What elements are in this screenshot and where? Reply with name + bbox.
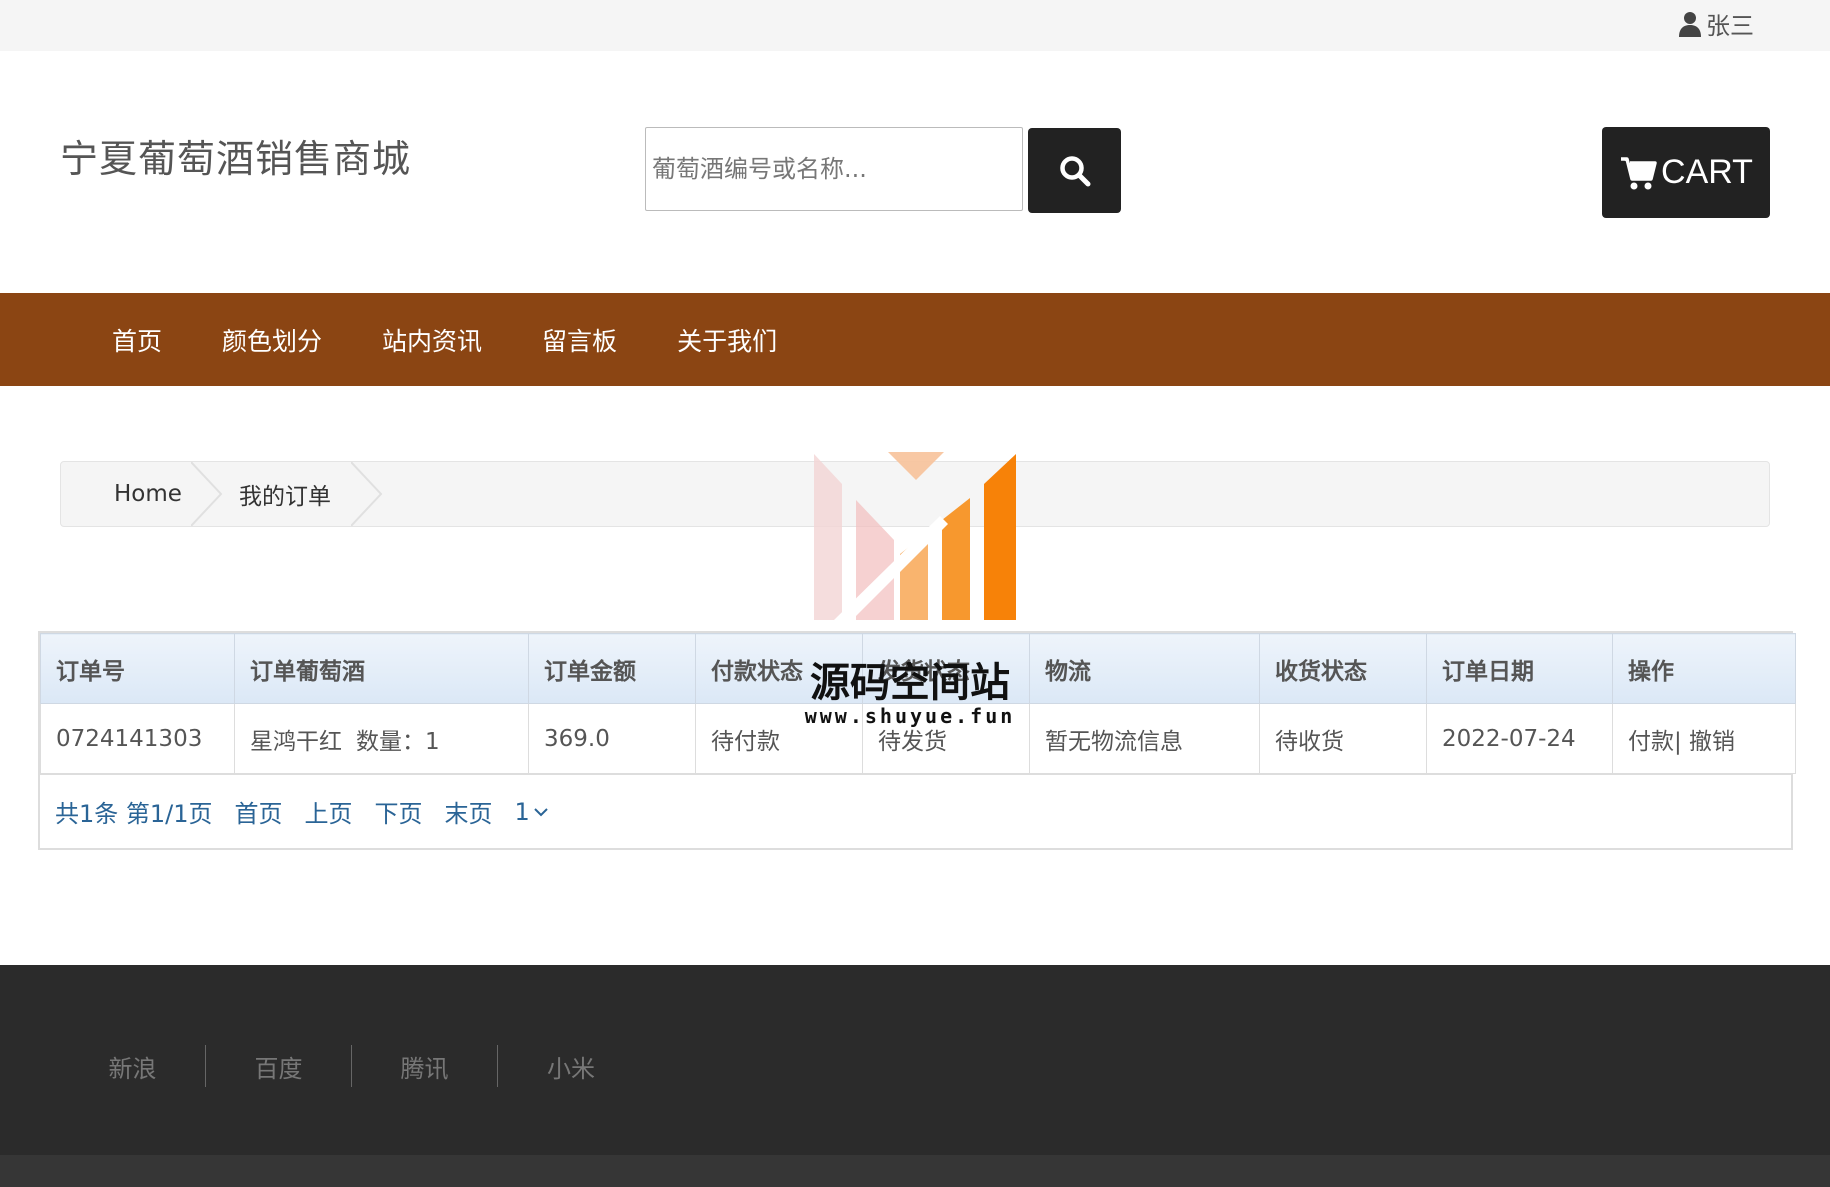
breadcrumb-current: 我的订单 [239, 484, 331, 510]
column-header: 收货状态 [1259, 633, 1427, 704]
wine-quantity: 数量：1 [356, 728, 440, 755]
footer-link-xiaomi[interactable]: 小米 [498, 1045, 644, 1087]
nav-item-about[interactable]: 关于我们 [677, 322, 777, 358]
user-icon [1679, 11, 1701, 37]
nav-item-home[interactable]: 首页 [112, 322, 162, 358]
footer-links: 新浪 百度 腾讯 小米 [60, 1045, 644, 1087]
pagination: 共1条 第1/1页 首页 上页 下页 末页 1 [40, 774, 1791, 848]
table-row: 0724141303 星鸿干红 数量：1 369.0 待付款 待发货 暂无物流信息… [40, 703, 1796, 774]
footer: 新浪 百度 腾讯 小米 [0, 965, 1830, 1155]
pagination-last[interactable]: 末页 [445, 794, 493, 829]
order-amount: 369.0 [528, 703, 696, 774]
page-select[interactable]: 1 [515, 798, 548, 826]
column-header: 发货状态 [862, 633, 1030, 704]
footer-link-sina[interactable]: 新浪 [60, 1045, 206, 1087]
column-header: 订单葡萄酒 [234, 633, 529, 704]
wine-name: 星鸿干红 [250, 728, 342, 755]
receive-status: 待收货 [1259, 703, 1427, 774]
cart-icon [1621, 156, 1657, 189]
site-title[interactable]: 宁夏葡萄酒销售商城 [60, 128, 411, 183]
pagination-next[interactable]: 下页 [375, 794, 423, 829]
orders-table: 订单号 订单葡萄酒 订单金额 付款状态 发货状态 物流 收货状态 订单日期 操作… [40, 633, 1796, 774]
shipping-status: 待发货 [862, 703, 1030, 774]
column-header: 物流 [1029, 633, 1260, 704]
footer-bottom-bar [0, 1155, 1830, 1187]
breadcrumb-separator [351, 462, 383, 526]
main-nav: 首页 颜色划分 站内资讯 留言板 关于我们 [0, 293, 1830, 386]
breadcrumb-home[interactable]: Home [114, 462, 182, 526]
search-input[interactable] [645, 127, 1023, 211]
order-number: 0724141303 [40, 703, 235, 774]
breadcrumb-separator [191, 462, 223, 526]
chevron-down-icon [534, 807, 548, 816]
top-bar: 张三 [0, 0, 1830, 51]
table-header-row: 订单号 订单葡萄酒 订单金额 付款状态 发货状态 物流 收货状态 订单日期 操作 [40, 633, 1796, 704]
order-date: 2022-07-24 [1426, 703, 1613, 774]
logistics-info: 暂无物流信息 [1029, 703, 1260, 774]
column-header: 订单号 [40, 633, 235, 704]
footer-link-tencent[interactable]: 腾讯 [352, 1045, 498, 1087]
column-header: 订单日期 [1426, 633, 1613, 704]
footer-link-baidu[interactable]: 百度 [206, 1045, 352, 1087]
nav-item-news[interactable]: 站内资讯 [382, 322, 482, 358]
user-menu[interactable]: 张三 [1678, 6, 1754, 41]
column-header: 付款状态 [695, 633, 863, 704]
cart-label: CART [1661, 153, 1753, 191]
nav-item-message-board[interactable]: 留言板 [542, 322, 617, 358]
cart-button[interactable]: CART [1602, 127, 1770, 218]
breadcrumb: Home 我的订单 [60, 461, 1770, 527]
pagination-first[interactable]: 首页 [235, 794, 283, 829]
order-wine: 星鸿干红 数量：1 [234, 703, 529, 774]
nav-item-color-category[interactable]: 颜色划分 [222, 322, 322, 358]
payment-status: 待付款 [695, 703, 863, 774]
username: 张三 [1706, 12, 1754, 40]
pagination-info: 共1条 第1/1页 [55, 800, 213, 828]
orders-panel: 订单号 订单葡萄酒 订单金额 付款状态 发货状态 物流 收货状态 订单日期 操作… [38, 631, 1796, 850]
order-actions[interactable]: 付款| 撤销 [1612, 703, 1796, 774]
page-select-value: 1 [514, 797, 530, 826]
search-button[interactable] [1028, 128, 1121, 213]
pagination-prev[interactable]: 上页 [305, 794, 353, 829]
search-icon [1059, 155, 1090, 186]
column-header: 操作 [1612, 633, 1796, 704]
column-header: 订单金额 [528, 633, 696, 704]
